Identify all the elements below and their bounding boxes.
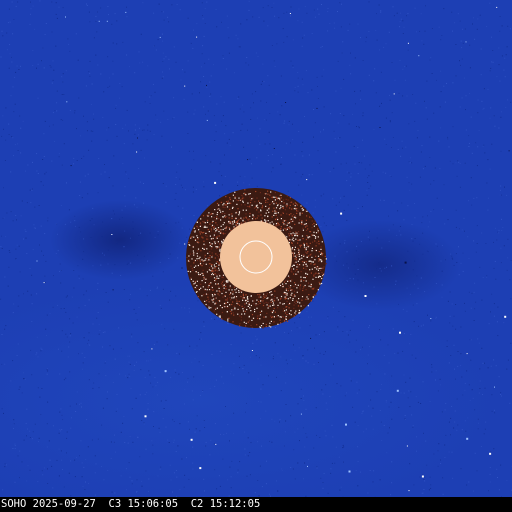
- timestamp-caption: SOHO 2025-09-27 C3 15:06:05 C2 15:12:05: [1, 497, 260, 512]
- observatory-label: SOHO: [1, 498, 27, 510]
- c2-label: C2: [190, 498, 204, 510]
- observation-date: 2025-09-27: [32, 498, 96, 510]
- coronagraph-svg: [0, 0, 512, 497]
- c3-time: 15:06:05: [127, 498, 179, 510]
- c3-label: C3: [108, 498, 122, 510]
- c2-time: 15:12:05: [209, 498, 261, 510]
- status-bar: SOHO 2025-09-27 C3 15:06:05 C2 15:12:05: [0, 497, 512, 512]
- lasco-c3-field: [0, 0, 512, 497]
- coronagraph-frame: SOHO 2025-09-27 C3 15:06:05 C2 15:12:05: [0, 0, 512, 512]
- occulter-disk: [220, 221, 292, 293]
